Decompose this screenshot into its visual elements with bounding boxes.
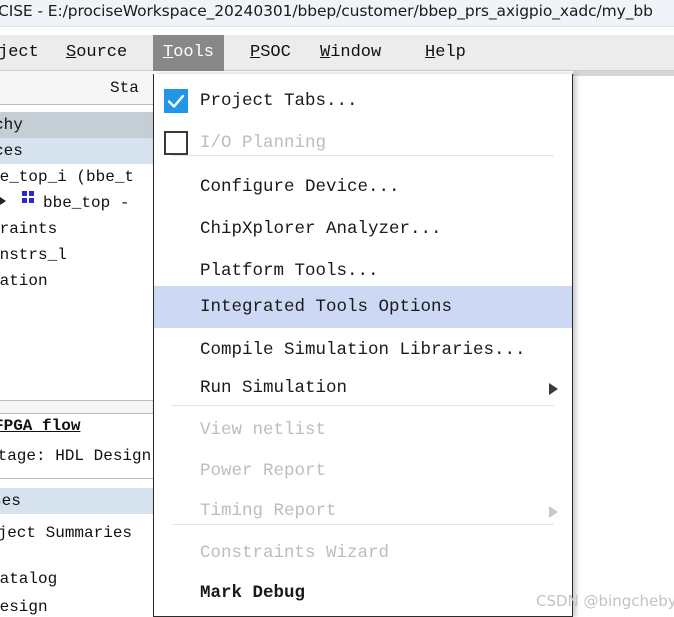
menu-item-io-planning[interactable]: I/O Planning: [154, 122, 572, 164]
menu-item-power-report[interactable]: Power Report: [154, 450, 572, 492]
menubar-item-help-mnemonic: H: [425, 43, 436, 62]
menu-item-chipxplorer-analyzer-label: ChipXplorer Analyzer...: [200, 219, 442, 239]
menu-item-run-simulation-label: Run Simulation: [200, 378, 348, 398]
menu-item-compile-simulation-libraries[interactable]: Compile Simulation Libraries...: [154, 329, 572, 371]
panel-divider-flow: [0, 413, 153, 414]
checkbox-checked-icon[interactable]: [164, 89, 188, 113]
panel-row-design-label[interactable]: Design: [0, 598, 48, 616]
menu-item-project-tabs-label: Project Tabs...: [200, 91, 358, 111]
menubar-item-tools[interactable]: Tools: [153, 35, 225, 71]
left-panel-header-label: Sta: [110, 79, 139, 97]
panel-row-bbe-top-label[interactable]: bbe_top -: [43, 194, 129, 212]
panel-row-constrs-label[interactable]: onstrs_l: [0, 246, 67, 264]
menu-item-timing-report[interactable]: Timing Report: [154, 490, 572, 532]
menubar-item-source-mnemonic: S: [66, 43, 77, 62]
panel-row-catalog-label[interactable]: Catalog: [0, 570, 57, 588]
panel-row-ses-label: ses: [0, 492, 21, 510]
panel-divider-mid: [0, 478, 153, 479]
panel-row-bbe-top-i-label[interactable]: be_top_i (bbe_t: [0, 168, 134, 186]
title-bar: CISE - E:/prociseWorkspace_20240301/bbep…: [0, 0, 674, 27]
menu-item-view-netlist[interactable]: View netlist: [154, 409, 572, 451]
menu-bar: ject Source Tools PSOC Window Help: [0, 35, 674, 71]
menu-item-power-report-label: Power Report: [200, 461, 327, 481]
window-title: CISE - E:/prociseWorkspace_20240301/bbep…: [0, 2, 653, 20]
fpga-flow-stage: stage: HDL Design: [0, 447, 152, 465]
panel-row-sources-bg[interactable]: [0, 138, 153, 164]
menubar-item-tools-label: ools: [173, 43, 215, 62]
menubar-item-psoc-label: SOC: [260, 43, 291, 62]
menubar-item-window-label: indow: [330, 43, 382, 62]
menubar-item-source-label: ource: [76, 43, 128, 62]
menu-item-compile-simulation-libraries-label: Compile Simulation Libraries...: [200, 340, 526, 360]
menubar-item-help-label: elp: [435, 43, 466, 62]
menu-item-integrated-tools-options-label: Integrated Tools Options: [200, 297, 453, 317]
checkbox-unchecked-icon[interactable]: [164, 131, 188, 155]
menubar-item-project-label: ject: [0, 43, 39, 62]
panel-row-ses-bg[interactable]: [0, 488, 153, 514]
tree-expand-arrow-icon[interactable]: [0, 197, 6, 205]
right-workspace-toolbar-strip: [573, 71, 674, 76]
submenu-arrow-disabled-icon: [549, 506, 558, 518]
menubar-item-window-mnemonic: W: [320, 43, 331, 62]
menu-item-mark-debug[interactable]: Mark Debug: [154, 572, 572, 614]
panel-row-hierarchy-label: chy: [0, 116, 23, 134]
menu-item-integrated-tools-options[interactable]: Integrated Tools Options: [154, 286, 572, 328]
tools-dropdown-menu: Project Tabs... I/O Planning Configure D…: [153, 74, 573, 617]
menu-item-view-netlist-label: View netlist: [200, 420, 327, 440]
module-icon: [22, 191, 35, 204]
menu-item-chipxplorer-analyzer[interactable]: ChipXplorer Analyzer...: [154, 208, 572, 250]
right-workspace-background: [573, 71, 674, 617]
panel-row-constraints-label[interactable]: traints: [0, 220, 57, 238]
menu-item-timing-report-label: Timing Report: [200, 501, 337, 521]
menubar-item-window[interactable]: Window: [310, 35, 391, 71]
menu-item-configure-device-label: Configure Device...: [200, 177, 400, 197]
menu-item-configure-device[interactable]: Configure Device...: [154, 166, 572, 208]
menu-item-run-simulation[interactable]: Run Simulation: [154, 367, 572, 409]
menubar-item-source[interactable]: Source: [56, 35, 137, 71]
fpga-flow-header: [0, 401, 153, 413]
menubar-item-project[interactable]: ject: [0, 35, 49, 71]
menubar-item-psoc[interactable]: PSOC: [240, 35, 301, 71]
menu-separator-2: [172, 405, 554, 406]
menu-item-mark-debug-label: Mark Debug: [200, 583, 306, 603]
fpga-flow-title: FPGA flow: [0, 417, 81, 435]
panel-row-project-summaries-label[interactable]: oject Summaries: [0, 524, 132, 542]
menubar-item-tools-mnemonic: T: [163, 43, 174, 62]
menu-item-io-planning-label: I/O Planning: [200, 133, 327, 153]
menu-item-constraints-wizard[interactable]: Constraints Wizard: [154, 532, 572, 574]
submenu-arrow-icon: [549, 383, 558, 395]
menu-item-constraints-wizard-label: Constraints Wizard: [200, 543, 390, 563]
watermark: CSDN @bingcheby: [536, 592, 674, 610]
panel-row-sources-label: ces: [0, 142, 23, 160]
menu-separator-3: [172, 524, 554, 525]
menubar-item-psoc-mnemonic: P: [250, 43, 261, 62]
menu-item-project-tabs[interactable]: Project Tabs...: [154, 80, 572, 122]
panel-row-simulation-label[interactable]: lation: [0, 272, 48, 290]
left-panel: Sta chy ces be_top_i (bbe_t bbe_top - tr…: [0, 71, 153, 617]
menubar-item-help[interactable]: Help: [415, 35, 476, 71]
menu-separator-1: [172, 155, 554, 156]
